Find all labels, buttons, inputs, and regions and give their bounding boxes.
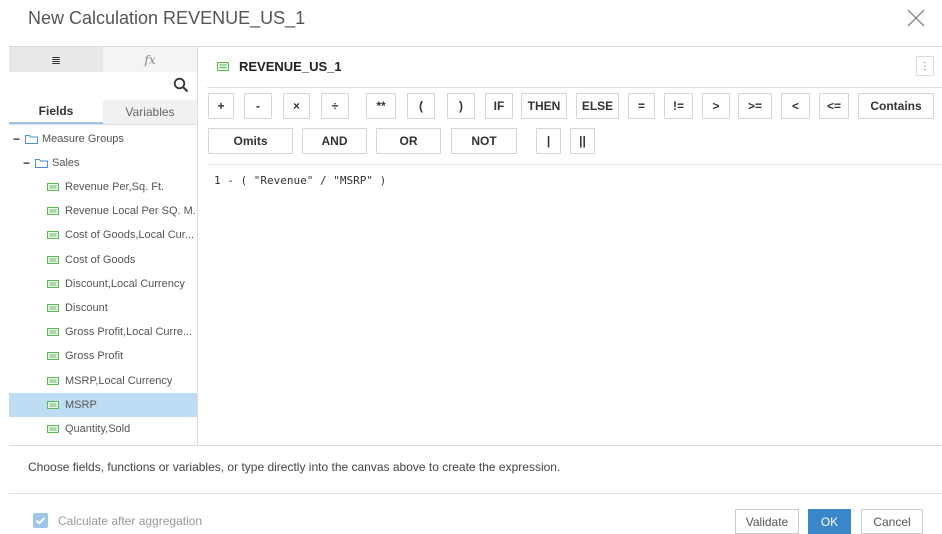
operator-button[interactable]: AND	[302, 128, 367, 154]
formula-header: REVENUE_US_1 ⋮	[208, 55, 934, 79]
measure-icon	[47, 328, 59, 337]
measure-icon	[217, 62, 229, 71]
field-item[interactable]: MSRP,Local Currency	[9, 369, 197, 393]
measure-icon	[47, 207, 59, 216]
measure-icon	[47, 352, 59, 361]
folder-icon	[25, 135, 38, 144]
close-icon[interactable]	[904, 6, 928, 30]
field-item[interactable]: Gross Profit,Local Curre...	[9, 320, 197, 344]
more-options-icon[interactable]: ⋮	[916, 56, 934, 76]
field-item[interactable]: Revenue Local Per SQ. M.	[9, 199, 197, 223]
field-label: Discount	[65, 302, 108, 314]
measure-icon	[47, 400, 59, 409]
field-item[interactable]: MSRP	[9, 392, 197, 417]
measure-icon	[47, 231, 59, 240]
operator-button[interactable]: !=	[664, 93, 693, 119]
measure-icon	[47, 376, 59, 385]
field-label: Revenue Local Per SQ. M.	[65, 205, 196, 218]
tab-variables[interactable]: Variables	[103, 100, 197, 124]
collapse-icon[interactable]: −	[23, 156, 35, 170]
field-item[interactable]: Quantity,Sold	[9, 417, 197, 441]
tree-label: Measure Groups	[42, 133, 124, 145]
operator-button[interactable]: Contains	[858, 93, 934, 119]
fields-panel: ≣ fx Fields Variables − Measure Groups −…	[9, 47, 198, 445]
calculation-name[interactable]: REVENUE_US_1	[239, 59, 342, 74]
tree-label: Sales	[52, 157, 80, 169]
measure-icon	[47, 279, 59, 288]
operator-button[interactable]: <	[781, 93, 810, 119]
search-icon[interactable]	[173, 77, 189, 93]
measure-icon	[47, 183, 59, 191]
operator-button[interactable]: Omits	[208, 128, 293, 154]
validate-button[interactable]: Validate	[735, 509, 799, 534]
operator-button[interactable]: >	[702, 93, 730, 119]
field-label: Discount,Local Currency	[65, 277, 185, 290]
measure-icon	[47, 425, 59, 433]
operator-button[interactable]: >=	[738, 93, 772, 119]
field-label: Cost of Goods	[65, 253, 136, 266]
field-label: Cost of Goods,Local Cur...	[65, 229, 195, 242]
operator-button[interactable]: =	[628, 93, 655, 119]
tree-node-measure-groups[interactable]: − Measure Groups	[9, 127, 197, 151]
operator-button[interactable]: ELSE	[576, 93, 619, 119]
instruction-text: Choose fields, functions or variables, o…	[28, 460, 561, 474]
tree-node-sales[interactable]: − Sales	[9, 151, 197, 175]
field-label: Gross Profit	[65, 350, 124, 363]
measure-icon	[47, 304, 59, 312]
field-label: Gross Profit,Local Curre...	[65, 326, 193, 339]
field-label: Quantity,Sold	[65, 423, 131, 435]
mode-tabs: ≣ fx	[9, 47, 197, 72]
calculation-editor: ≣ fx Fields Variables − Measure Groups −…	[9, 46, 942, 446]
collapse-icon[interactable]: −	[13, 132, 25, 146]
operator-button[interactable]: ×	[283, 93, 310, 119]
operator-button[interactable]: )	[447, 93, 475, 119]
operator-button[interactable]: +	[208, 93, 234, 119]
tab-fields[interactable]: Fields	[9, 100, 103, 124]
operator-button[interactable]: NOT	[451, 128, 517, 154]
operator-button[interactable]: OR	[376, 128, 441, 154]
check-icon	[35, 517, 46, 525]
operator-button[interactable]: IF	[485, 93, 513, 119]
ok-button[interactable]: OK	[808, 509, 851, 534]
field-label: MSRP,Local Currency	[65, 374, 173, 387]
cancel-button[interactable]: Cancel	[861, 509, 923, 534]
operator-button[interactable]: ÷	[321, 93, 349, 119]
field-item[interactable]: Cost of Goods,Local Cur...	[9, 223, 197, 247]
aggregation-checkbox[interactable]	[33, 513, 48, 528]
operator-button[interactable]: **	[366, 93, 396, 119]
tab-functions[interactable]: fx	[103, 47, 197, 72]
field-item[interactable]: Discount,Local Currency	[9, 272, 197, 296]
operator-button[interactable]: (	[407, 93, 435, 119]
operator-button[interactable]: -	[244, 93, 272, 119]
divider	[207, 87, 942, 88]
field-item[interactable]: Cost of Goods	[9, 248, 197, 272]
folder-icon	[35, 159, 48, 168]
divider	[207, 164, 942, 165]
dialog-title: New Calculation REVENUE_US_1	[28, 8, 306, 28]
field-label: Revenue Per,Sq. Ft.	[65, 181, 165, 193]
field-item[interactable]: Discount	[9, 296, 197, 320]
operator-button[interactable]: <=	[819, 93, 849, 119]
expression-editor[interactable]: 1 - ( "Revenue" / "MSRP" )	[214, 174, 386, 187]
operator-button[interactable]: |	[536, 128, 561, 154]
divider	[9, 493, 942, 494]
measure-icon	[47, 255, 59, 264]
tab-fields-list[interactable]: ≣	[9, 47, 103, 72]
field-label: MSRP	[65, 398, 97, 411]
operator-button[interactable]: ||	[570, 128, 595, 154]
field-item[interactable]: Revenue Per,Sq. Ft.	[9, 175, 197, 199]
sub-tabs: Fields Variables	[9, 100, 197, 125]
field-item[interactable]: Gross Profit	[9, 344, 197, 368]
operator-button[interactable]: THEN	[521, 93, 567, 119]
aggregation-label: Calculate after aggregation	[58, 514, 203, 528]
